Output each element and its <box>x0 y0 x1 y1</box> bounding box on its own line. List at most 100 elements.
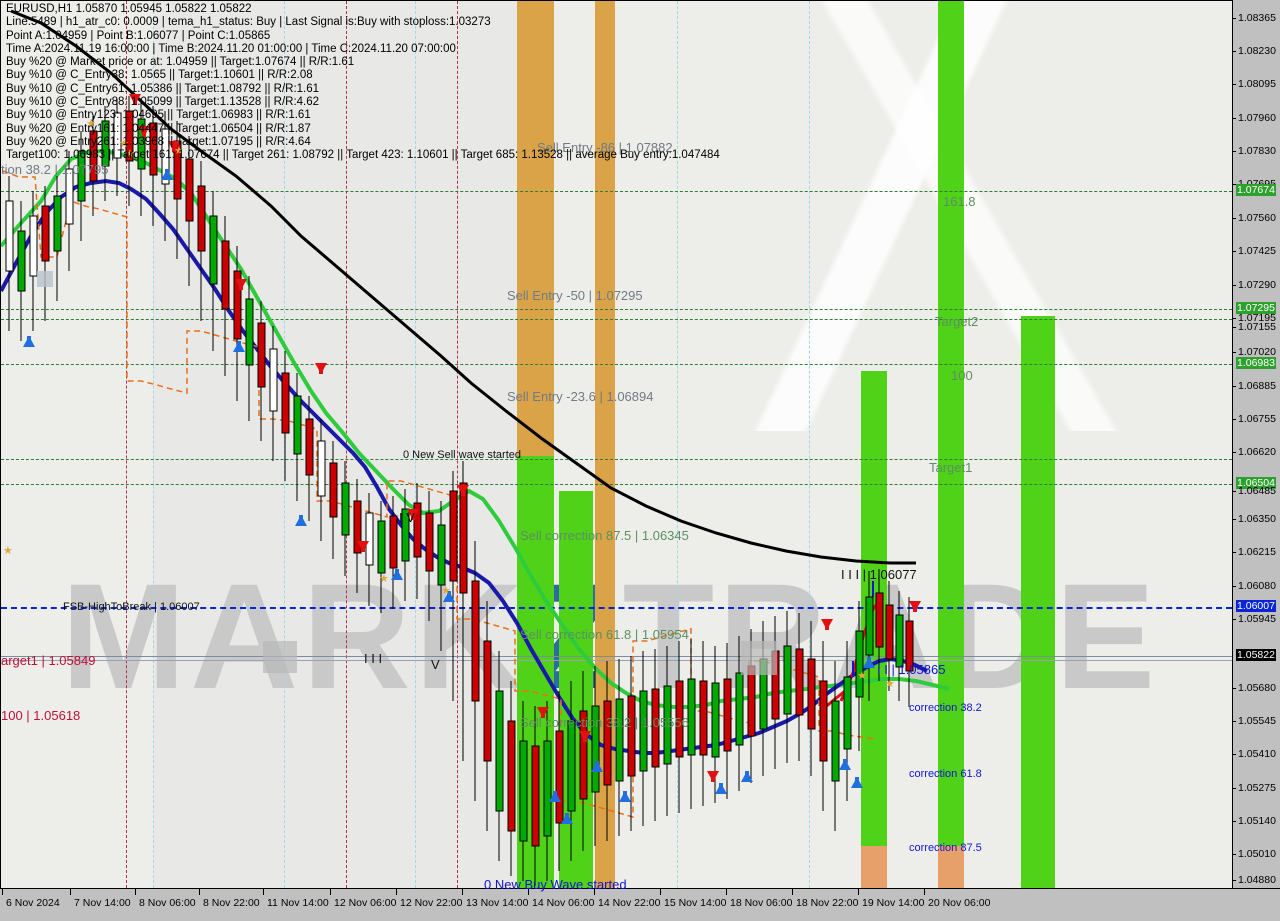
annotation-sell-correction-618: Sell correction 61.8 | 1.05954 <box>520 627 689 642</box>
time-tick-mark <box>792 889 793 895</box>
time-tick-mark <box>726 889 727 895</box>
price-tick: 1.07290 <box>1232 279 1280 291</box>
price-tick-mark <box>1232 821 1236 822</box>
price-tick-label: 1.05545 <box>1238 715 1276 727</box>
price-tick-mark <box>1232 218 1236 219</box>
header-line: Buy %20 @ Market price or at: 1.04959 ||… <box>6 56 355 69</box>
buy-arrow-icon <box>741 771 753 782</box>
price-tick-mark <box>1232 118 1236 119</box>
annotation-fib-1618: 161.8 <box>943 194 976 209</box>
time-axis[interactable]: 0 New Buy Wave started 6 Nov 2024 7 Nov 1… <box>0 877 1280 920</box>
header-line: Buy %10 @ C_Entry61: 1.05386 || Target:1… <box>6 82 320 95</box>
price-tick: 1.08365 <box>1232 12 1280 24</box>
price-tick-label: 1.06350 <box>1238 513 1276 525</box>
buy-arrow-icon <box>161 169 173 180</box>
time-tick-label: 7 Nov 14:00 <box>74 897 131 909</box>
price-tick-mark <box>1232 688 1236 689</box>
price-tick-mark <box>1232 18 1236 19</box>
price-tick-mark <box>1232 251 1236 252</box>
price-tick-mark <box>1232 586 1236 587</box>
annotation-100-left: 100 | 1.05618 <box>1 708 81 723</box>
time-tick-mark <box>396 889 397 895</box>
price-tick-label: 1.06215 <box>1238 546 1276 558</box>
buy-arrow-icon <box>839 759 851 770</box>
annotation-fsb-high-to-break: FSB-HighToBreak | 1.06007 <box>63 601 200 613</box>
price-tick-label: 1.04880 <box>1238 874 1276 886</box>
buy-arrow-icon <box>591 761 603 772</box>
price-tick: 1.08230 <box>1232 45 1280 57</box>
price-tick-mark <box>1232 854 1236 855</box>
buy-arrow-icon <box>233 341 245 352</box>
header-line: Buy %10 @ C_Entry38: 1.0565 || Target:1.… <box>6 69 313 82</box>
annotation-wave-marker-v: V <box>431 657 440 672</box>
price-tick-mark <box>1232 352 1236 353</box>
time-tick-mark <box>594 889 595 895</box>
price-tick-mark <box>1232 419 1236 420</box>
price-tick-label: 1.06485 <box>1238 485 1276 497</box>
header-line: Line:5489 | h1_atr_c0: 0.0009 | tema_h1_… <box>6 16 491 29</box>
time-tick-label: 20 Nov 06:00 <box>928 897 991 909</box>
buy-arrow-icon <box>295 515 307 526</box>
price-tick: 1.06080 <box>1232 580 1280 592</box>
selection-box <box>37 271 53 287</box>
price-tick-mark <box>1232 491 1236 492</box>
time-tick-label: 12 Nov 22:00 <box>400 897 463 909</box>
price-tick-label: 1.05275 <box>1238 782 1276 794</box>
price-tick-label: 1.07290 <box>1238 279 1276 291</box>
sell-arrow-icon <box>457 485 469 496</box>
price-tick-mark <box>1232 721 1236 722</box>
time-tick-label: 8 Nov 06:00 <box>139 897 196 909</box>
time-tick-label: 18 Nov 22:00 <box>796 897 859 909</box>
price-axis[interactable]: 1.08365 1.08230 1.08095 1.07960 1.07830 1.076… <box>1232 0 1280 888</box>
time-tick-mark <box>330 889 331 895</box>
annotation-sell-entry-236: Sell Entry -23.6 | 1.06894 <box>507 389 654 404</box>
annotation-target1-left: arget1 | 1.05849 <box>1 653 96 668</box>
price-tick: 1.07425 <box>1232 245 1280 257</box>
price-tick-mark <box>1232 84 1236 85</box>
annotation-correction-618-right: correction 61.8 <box>909 768 982 780</box>
header-line: Buy %20 @ Entry161: 1.04447 || Target:1.… <box>6 122 311 135</box>
time-tick-mark <box>263 889 264 895</box>
price-tick: 1.06755 <box>1232 413 1280 425</box>
price-tick-mark <box>1232 880 1236 881</box>
time-tick-label: 19 Nov 14:00 <box>862 897 925 909</box>
sell-arrow-icon <box>357 541 369 552</box>
price-tick: 1.07674 <box>1232 184 1280 196</box>
annotation-sell-correction-382: Sell correction 38.2 | 1.05556 <box>520 715 689 730</box>
price-tick-label: 1.05010 <box>1238 848 1276 860</box>
price-tick: 1.05010 <box>1232 848 1280 860</box>
annotation-fib-target1: Target1 <box>929 460 973 475</box>
header-line: Buy %20 @ Entry261: 1.03968 || Target:1.… <box>6 135 311 148</box>
price-tick-label: 1.07960 <box>1238 112 1276 124</box>
time-tick-mark <box>858 889 859 895</box>
chart-window: MARKZTRADE <box>0 0 1280 920</box>
price-tick-label: 1.06620 <box>1238 446 1276 458</box>
time-tick-mark <box>528 889 529 895</box>
price-tick-mark <box>1232 519 1236 520</box>
price-tick: 1.08095 <box>1232 78 1280 90</box>
chart-plot-area[interactable]: MARKZTRADE <box>0 0 1232 888</box>
selection-box <box>741 641 777 675</box>
time-tick-label: 8 Nov 22:00 <box>203 897 260 909</box>
annotation-new-buy-wave: 0 New Buy Wave started <box>484 877 627 892</box>
price-tick-label: 1.06080 <box>1238 580 1276 592</box>
time-tick-mark <box>135 889 136 895</box>
buy-arrow-icon <box>619 791 631 802</box>
price-tick: 1.06485 <box>1232 485 1280 497</box>
price-tick-mark <box>1232 318 1236 319</box>
time-tick-label: 18 Nov 06:00 <box>730 897 793 909</box>
price-tick-mark <box>1232 552 1236 553</box>
price-tick-mark <box>1232 151 1236 152</box>
price-tick: 1.05275 <box>1232 782 1280 794</box>
annotation-correction-875-right: correction 87.5 <box>909 842 982 854</box>
sell-arrow-icon <box>315 363 327 374</box>
header-line: Time A:2024.11.19 16:00:00 | Time B:2024… <box>6 42 456 55</box>
buy-arrow-icon <box>391 569 403 580</box>
chart-title: EURUSD,H1 1.05870 1.05945 1.05822 1.0582… <box>6 3 252 15</box>
time-tick-label: 14 Nov 06:00 <box>532 897 595 909</box>
price-tick-label: 1.08230 <box>1238 45 1276 57</box>
annotation-wave-point-iii: I I I | 1.06077 <box>841 567 917 582</box>
price-tick-label: 1.07425 <box>1238 245 1276 257</box>
price-tick: 1.04880 <box>1232 874 1280 886</box>
price-tick: 1.07960 <box>1232 112 1280 124</box>
